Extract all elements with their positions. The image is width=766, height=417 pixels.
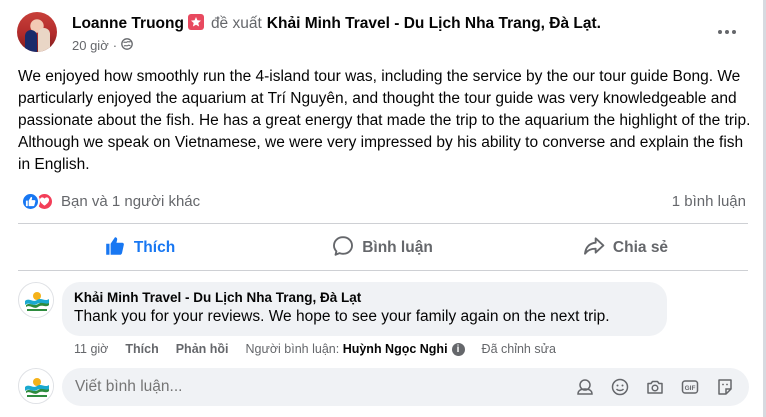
recommend-badge-icon <box>187 14 204 30</box>
comment-input[interactable] <box>75 368 575 406</box>
current-user-avatar[interactable] <box>18 368 54 404</box>
comment-time[interactable]: 11 giờ <box>74 342 108 356</box>
comment-button[interactable]: Bình luận <box>261 230 504 266</box>
thumbs-up-icon <box>104 235 126 262</box>
like-button[interactable]: Thích <box>18 230 261 266</box>
author-name[interactable]: Loanne Truong <box>72 15 184 32</box>
share-button[interactable]: Chia sẻ <box>504 230 747 266</box>
composer-toolbar: GIF <box>575 377 735 397</box>
replier-name[interactable]: Huỳnh Ngọc Nghi <box>343 342 448 356</box>
page-logo-icon <box>20 370 53 403</box>
comment-reply-link[interactable]: Phản hồi <box>176 342 229 356</box>
post-time[interactable]: 20 giờ <box>72 38 109 53</box>
comment-bubble: Khải Minh Travel - Du Lịch Nha Trang, Đà… <box>62 282 667 336</box>
more-options-icon[interactable] <box>713 22 741 42</box>
replier-label: Người bình luận: <box>245 342 340 356</box>
gif-icon[interactable]: GIF <box>680 377 700 397</box>
comment-bubble-icon <box>332 235 354 262</box>
comment-meta: 11 giờ Thích Phản hồi Người bình luận: H… <box>74 342 556 356</box>
info-icon[interactable]: i <box>451 342 465 356</box>
comment-label: Bình luận <box>362 239 433 256</box>
author-avatar[interactable] <box>17 12 57 52</box>
comment-count[interactable]: 1 bình luận <box>672 193 746 210</box>
recommend-verb: đề xuất <box>210 15 262 32</box>
recommended-page-name[interactable]: Khải Minh Travel - Du Lịch Nha Trang, Đà… <box>267 15 601 32</box>
reactions-summary[interactable]: Bạn và 1 người khác <box>21 192 200 211</box>
page-avatar[interactable] <box>18 282 54 318</box>
share-arrow-icon <box>583 235 605 262</box>
sticker-icon[interactable] <box>715 377 735 397</box>
post-text: We enjoyed how smoothly run the 4-island… <box>18 68 751 173</box>
camera-icon[interactable] <box>645 377 665 397</box>
comment-text: Thank you for your reviews. We hope to s… <box>74 308 610 325</box>
post-card: Loanne Truong đề xuất Khải Minh Travel - D… <box>0 0 766 417</box>
page-logo-icon <box>20 284 53 317</box>
like-label: Thích <box>133 239 176 256</box>
share-label: Chia sẻ <box>612 239 669 256</box>
divider <box>18 270 748 271</box>
comment-composer: GIF <box>62 368 749 406</box>
post-header-line: Loanne Truong đề xuất Khải Minh Travel - D… <box>72 14 601 33</box>
divider <box>18 223 748 224</box>
reactors-text: Bạn và 1 người khác <box>61 193 201 210</box>
post-meta: 20 giờ · <box>72 38 133 53</box>
globe-icon <box>121 38 133 53</box>
edited-label: Đã chỉnh sửa <box>481 342 556 356</box>
emoji-icon[interactable] <box>610 377 630 397</box>
like-reaction-icon <box>21 192 40 211</box>
comment-like-link[interactable]: Thích <box>125 342 158 356</box>
avatar-sticker-icon[interactable] <box>575 377 595 397</box>
comment-author[interactable]: Khải Minh Travel - Du Lịch Nha Trang, Đà… <box>74 290 655 305</box>
svg-text:GIF: GIF <box>685 385 696 392</box>
